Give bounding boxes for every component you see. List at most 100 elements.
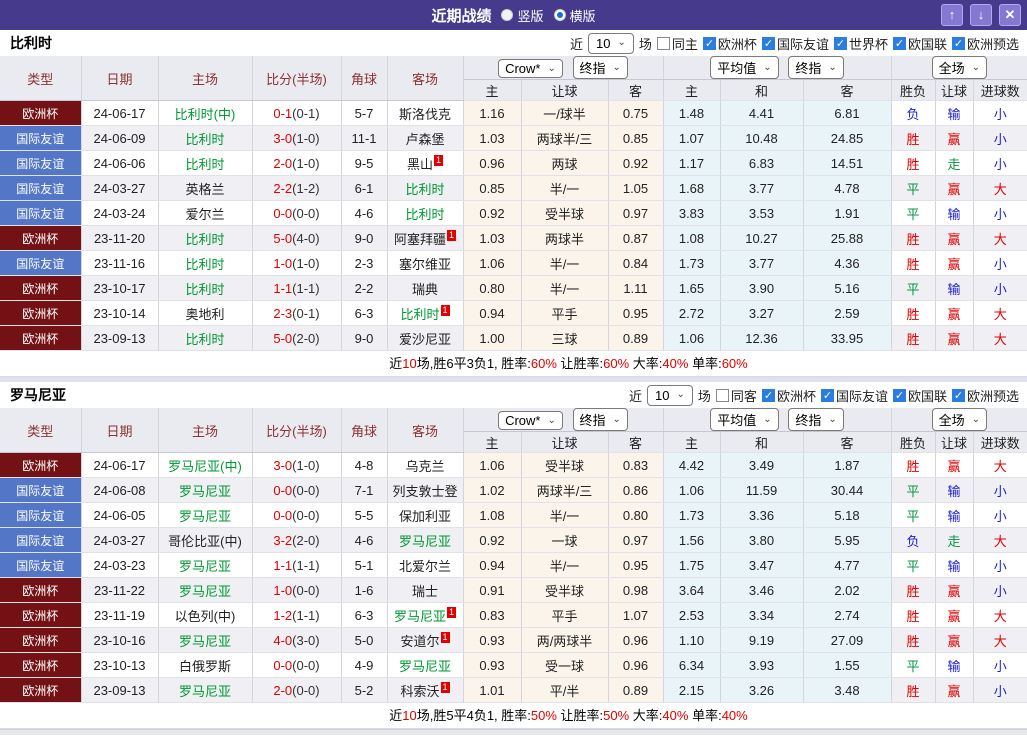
away-team-cell: 瑞士 <box>387 578 463 603</box>
result-wdl-cell: 胜 <box>891 151 935 176</box>
handicap-cell: 受半球 <box>521 578 608 603</box>
odds-company-select[interactable]: Crow*⌄ <box>498 59 563 78</box>
avg-away-cell: 2.59 <box>803 301 891 326</box>
same-venue-checkbox[interactable]: 同客 <box>716 386 757 405</box>
away-team-cell: 列支敦士登 <box>387 478 463 503</box>
chevron-down-icon: ⌄ <box>613 415 621 425</box>
summary-line: 近10场,胜5平4负1, 胜率:50% 让胜率:50% 大率:40% 单率:40… <box>0 703 1027 729</box>
radio-icon[interactable] <box>501 9 513 21</box>
checkbox-icon[interactable]: ✓ <box>703 37 716 50</box>
corners-cell: 5-1 <box>341 553 387 578</box>
home-odds-cell: 0.94 <box>463 553 521 578</box>
result-wdl-cell: 负 <box>891 528 935 553</box>
corners-cell: 6-3 <box>341 603 387 628</box>
result-handicap-cell: 赢 <box>935 678 973 703</box>
score-cell: 5-0(4-0) <box>252 226 341 251</box>
col-corners: 角球 <box>341 56 387 101</box>
home-odds-cell: 1.06 <box>463 453 521 478</box>
close-button[interactable]: ✕ <box>999 4 1021 26</box>
checkbox-icon[interactable] <box>716 389 729 402</box>
competition-badge: 欧洲杯 <box>0 226 81 251</box>
checkbox-icon[interactable]: ✓ <box>952 37 965 50</box>
home-odds-cell: 1.08 <box>463 503 521 528</box>
match-count-select[interactable]: 10 ⌄ <box>588 33 634 54</box>
radio-vertical-layout[interactable]: 竖版 <box>501 6 543 25</box>
avg-draw-cell: 3.34 <box>720 603 803 628</box>
titlebar: 近期战绩 竖版 横版 ↑ ↓ ✕ <box>0 0 1027 30</box>
checkbox-icon[interactable] <box>657 37 670 50</box>
avg-final-select[interactable]: 终指⌄ <box>788 408 843 431</box>
chevron-down-icon: ⌄ <box>763 415 771 425</box>
checkbox-icon[interactable]: ✓ <box>762 389 775 402</box>
checkbox-icon[interactable]: ✓ <box>893 37 906 50</box>
handicap-cell: 两/两球半 <box>521 628 608 653</box>
league-checkbox[interactable]: ✓欧洲预选 <box>952 34 1019 53</box>
odds-company-select[interactable]: Crow*⌄ <box>498 411 563 430</box>
league-checkbox[interactable]: ✓国际友谊 <box>762 34 829 53</box>
home-odds-cell: 1.16 <box>463 101 521 126</box>
avg-select[interactable]: 平均值⌄ <box>710 408 778 431</box>
move-up-button[interactable]: ↑ <box>941 4 963 26</box>
avg-draw-cell: 4.41 <box>720 101 803 126</box>
team-name: 比利时 <box>10 33 52 53</box>
result-goals-cell: 大 <box>973 628 1027 653</box>
home-odds-cell: 0.92 <box>463 201 521 226</box>
match-count-select[interactable]: 10 ⌄ <box>647 385 693 406</box>
away-team-cell: 黑山1 <box>387 151 463 176</box>
home-team-cell: 罗马尼亚 <box>158 628 252 653</box>
result-wdl-cell: 平 <box>891 201 935 226</box>
move-down-button[interactable]: ↓ <box>970 4 992 26</box>
radio-horizontal-layout[interactable]: 横版 <box>554 6 596 25</box>
subcol-result-wdl: 胜负 <box>891 432 935 453</box>
league-checkbox[interactable]: ✓欧洲杯 <box>762 386 816 405</box>
checkbox-icon[interactable]: ✓ <box>893 389 906 402</box>
summary-segment: 40% <box>662 356 688 371</box>
league-checkbox[interactable]: ✓欧国联 <box>893 386 947 405</box>
date-cell: 24-06-17 <box>81 453 158 478</box>
checkbox-icon[interactable]: ✓ <box>821 389 834 402</box>
checkbox-icon[interactable]: ✓ <box>834 37 847 50</box>
fulltime-select[interactable]: 全场⌄ <box>932 56 987 79</box>
result-wdl-cell: 胜 <box>891 603 935 628</box>
away-odds-cell: 0.86 <box>608 478 663 503</box>
subcol-avg-home: 主 <box>663 432 720 453</box>
league-checkbox[interactable]: ✓欧洲杯 <box>703 34 757 53</box>
home-odds-cell: 0.80 <box>463 276 521 301</box>
chevron-down-icon: ⌄ <box>972 415 980 425</box>
league-label: 欧洲杯 <box>777 386 816 405</box>
avg-home-cell: 1.65 <box>663 276 720 301</box>
avg-home-cell: 2.53 <box>663 603 720 628</box>
same-venue-checkbox[interactable]: 同主 <box>657 34 698 53</box>
fulltime-select[interactable]: 全场⌄ <box>932 408 987 431</box>
home-odds-cell: 1.00 <box>463 326 521 351</box>
match-row: 国际友谊24-06-09比利时3-0(1-0)11-1卢森堡1.03两球半/三0… <box>0 126 1027 151</box>
match-row: 国际友谊23-11-16比利时1-0(1-0)2-3塞尔维亚1.06半/一0.8… <box>0 251 1027 276</box>
avg-away-cell: 30.44 <box>803 478 891 503</box>
avg-away-cell: 4.77 <box>803 553 891 578</box>
league-checkbox[interactable]: ✓国际友谊 <box>821 386 888 405</box>
recent-results-panel: 近期战绩 竖版 横版 ↑ ↓ ✕ 比利时 近 10 ⌄ <box>0 0 1027 735</box>
date-cell: 24-06-06 <box>81 151 158 176</box>
home-odds-cell: 0.85 <box>463 176 521 201</box>
odds-final-select[interactable]: 终指⌄ <box>573 56 628 79</box>
score-cell: 1-0(1-0) <box>252 251 341 276</box>
checkbox-icon[interactable]: ✓ <box>762 37 775 50</box>
away-odds-cell: 0.87 <box>608 226 663 251</box>
avg-draw-cell: 11.59 <box>720 478 803 503</box>
team-name: 罗马尼亚 <box>10 385 66 405</box>
checkbox-icon[interactable]: ✓ <box>952 389 965 402</box>
result-handicap-cell: 赢 <box>935 326 973 351</box>
radio-icon-selected[interactable] <box>554 9 566 21</box>
league-checkbox[interactable]: ✓欧国联 <box>893 34 947 53</box>
away-team-cell: 比利时1 <box>387 301 463 326</box>
avg-select[interactable]: 平均值⌄ <box>710 56 778 79</box>
competition-badge: 国际友谊 <box>0 553 81 578</box>
odds-final-select[interactable]: 终指⌄ <box>573 408 628 431</box>
avg-home-cell: 1.68 <box>663 176 720 201</box>
avg-final-select[interactable]: 终指⌄ <box>788 56 843 79</box>
avg-draw-cell: 3.49 <box>720 453 803 478</box>
handicap-cell: 半/一 <box>521 176 608 201</box>
league-checkbox[interactable]: ✓欧洲预选 <box>952 386 1019 405</box>
match-row: 国际友谊24-03-24爱尔兰0-0(0-0)4-6比利时0.92受半球0.97… <box>0 201 1027 226</box>
league-checkbox[interactable]: ✓世界杯 <box>834 34 888 53</box>
